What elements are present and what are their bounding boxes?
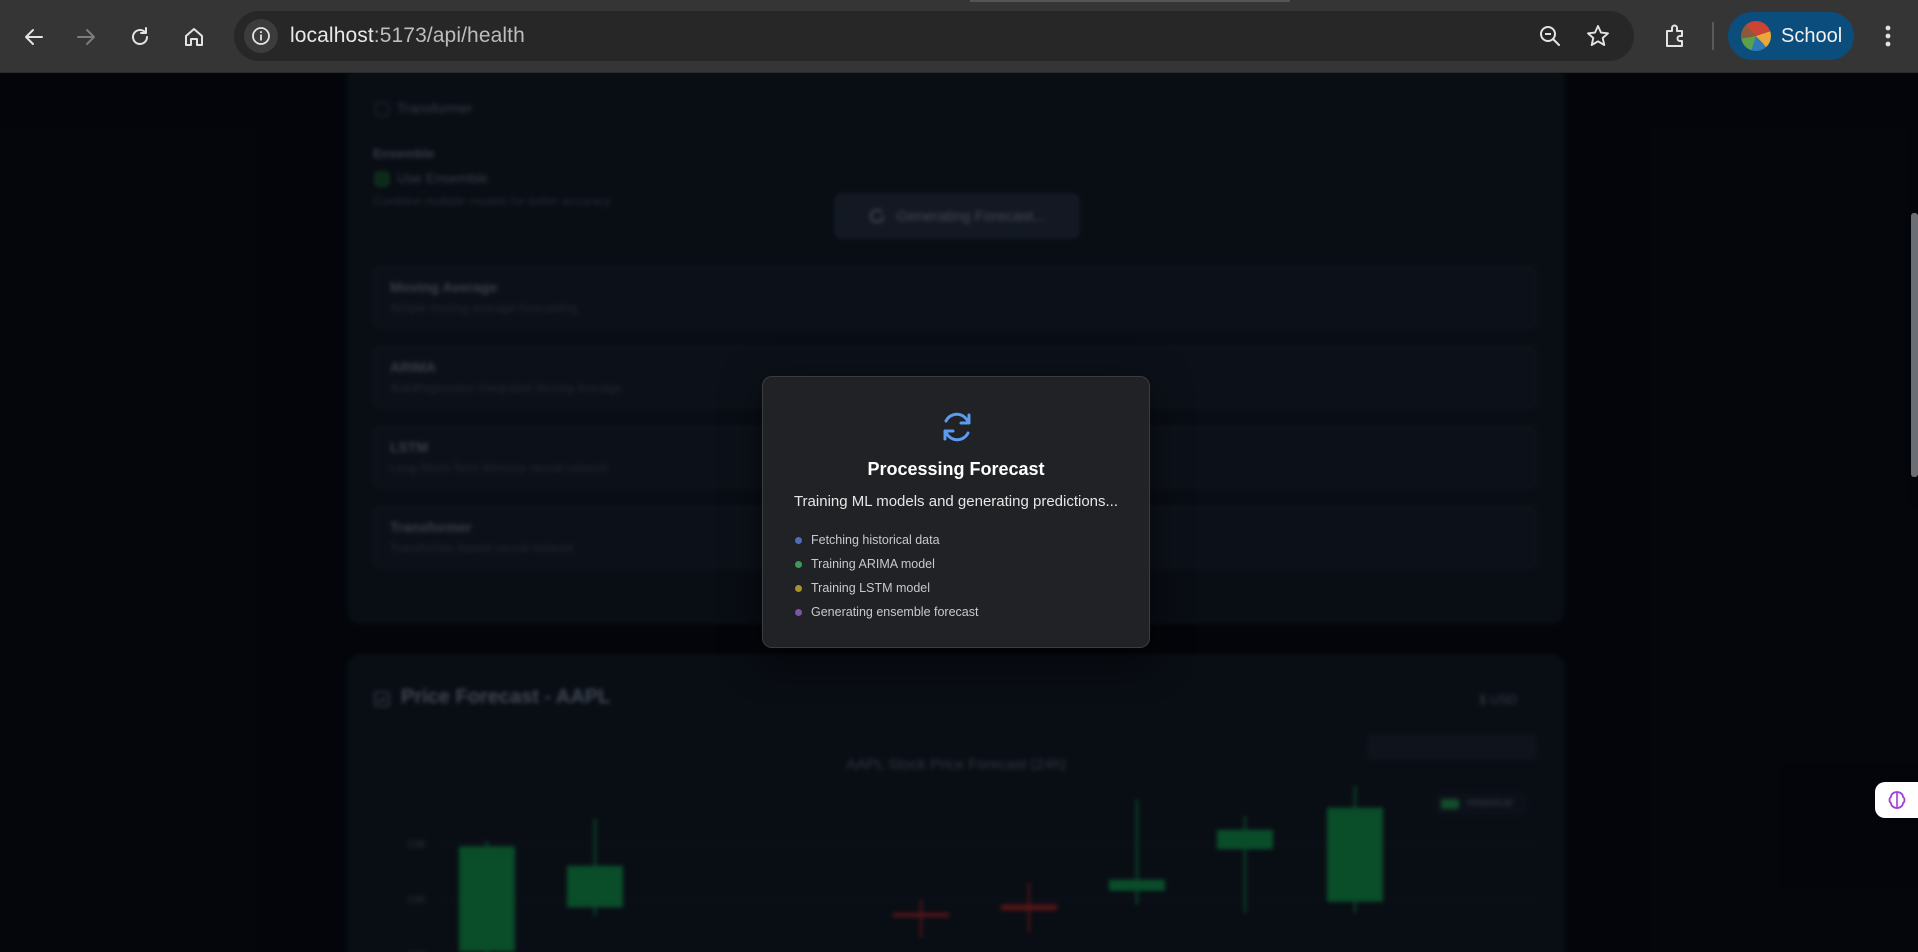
site-info-button[interactable] xyxy=(244,19,278,53)
url-host: localhost xyxy=(290,24,374,47)
step-dot xyxy=(795,584,802,592)
step-dot xyxy=(795,608,802,616)
forward-icon xyxy=(77,29,95,45)
browser-toolbar: localhost:5173/api/health School xyxy=(0,0,1918,73)
menu-icon[interactable] xyxy=(1872,20,1904,52)
step-label: Training LSTM model xyxy=(811,581,931,595)
progress-step: Fetching historical data xyxy=(795,528,978,552)
processing-modal: Processing Forecast Training ML models a… xyxy=(762,376,1150,648)
home-button[interactable] xyxy=(174,17,214,57)
progress-step: Training ARIMA model xyxy=(795,552,978,576)
home-icon xyxy=(185,28,203,46)
progress-step: Generating ensemble forecast xyxy=(795,600,978,624)
profile-label: School xyxy=(1781,24,1843,47)
site-info-icon xyxy=(252,27,270,45)
forward-button[interactable] xyxy=(66,17,106,57)
step-dot xyxy=(795,536,802,544)
url-path: :5173/api/health xyxy=(373,24,525,47)
assistant-launcher-button[interactable] xyxy=(1875,782,1918,818)
refresh-icon xyxy=(943,412,971,442)
url-text[interactable]: localhost:5173/api/health xyxy=(290,24,525,48)
profile-button[interactable]: School xyxy=(1728,12,1854,60)
back-button[interactable] xyxy=(14,17,54,57)
step-label: Training ARIMA model xyxy=(811,557,935,571)
back-icon xyxy=(25,29,43,45)
zoom-icon[interactable] xyxy=(1537,23,1563,49)
step-label: Fetching historical data xyxy=(811,533,940,547)
page-scrollbar[interactable] xyxy=(1911,213,1918,477)
extensions-icon[interactable] xyxy=(1662,22,1690,50)
reload-button[interactable] xyxy=(120,17,160,57)
avatar xyxy=(1741,21,1771,51)
step-label: Generating ensemble forecast xyxy=(811,605,979,619)
address-bar[interactable]: localhost:5173/api/health xyxy=(234,11,1634,61)
brain-icon xyxy=(1888,791,1905,809)
toolbar-divider xyxy=(1712,22,1714,50)
modal-title: Processing Forecast xyxy=(867,459,1045,479)
bookmark-star-icon[interactable] xyxy=(1585,23,1611,49)
progress-steps: Fetching historical data Training ARIMA … xyxy=(795,528,978,624)
progress-step: Training LSTM model xyxy=(795,576,978,600)
tab-strip-accent xyxy=(970,0,1290,2)
modal-subtitle: Training ML models and generating predic… xyxy=(793,493,1119,510)
reload-icon xyxy=(132,27,148,45)
step-dot xyxy=(795,560,802,568)
